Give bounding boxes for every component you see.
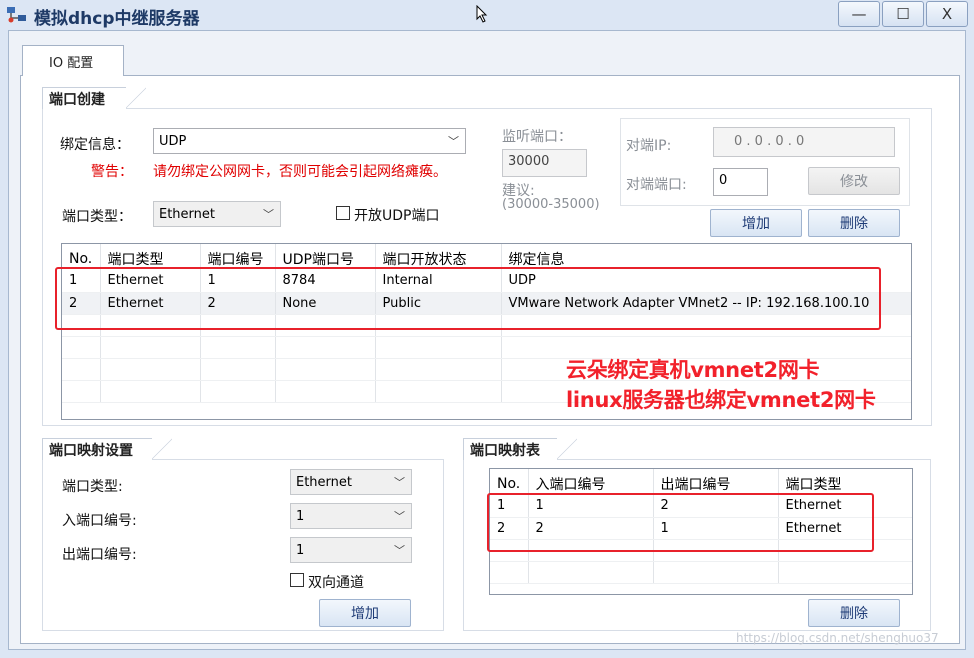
bind-info-label: 绑定信息：: [60, 137, 130, 153]
bidirectional-label: 双向通道: [308, 575, 364, 591]
chevron-down-icon: ﹀: [448, 135, 459, 148]
chevron-down-icon: ﹀: [263, 208, 274, 221]
peer-ip-input[interactable]: 0 . 0 . 0 . 0: [713, 127, 895, 157]
port-type-value: Ethernet: [159, 206, 215, 222]
empty-row: [490, 561, 912, 584]
group-tab-corner: [152, 438, 172, 460]
port-type-label: 端口类型：: [62, 209, 132, 225]
peer-port-label: 对端端口:: [626, 177, 687, 193]
tab-io-config[interactable]: IO 配置: [22, 45, 124, 76]
mouse-cursor-icon: [476, 5, 488, 23]
add-mapping-button[interactable]: 增加: [319, 599, 411, 627]
listen-port-label: 监听端口：: [502, 129, 572, 145]
title-bar: 模拟dhcp中继服务器 — ☐ X: [0, 0, 974, 30]
close-button[interactable]: X: [926, 1, 968, 27]
out-port-label: 出端口编号:: [62, 547, 137, 563]
column-header[interactable]: 入端口编号: [528, 469, 654, 495]
watermark: https://blog.csdn.net/shenghuo37: [736, 631, 939, 645]
group-tab-corner: [126, 87, 146, 109]
column-header[interactable]: 出端口编号: [653, 469, 779, 495]
add-port-button[interactable]: 增加: [710, 209, 802, 237]
in-port-select[interactable]: 1 ﹀: [290, 503, 412, 529]
open-udp-checkbox[interactable]: [336, 206, 350, 220]
chevron-down-icon: ﹀: [394, 476, 405, 489]
modify-button[interactable]: 修改: [808, 167, 900, 195]
in-port-value: 1: [296, 508, 305, 524]
table-header-row: No. 入端口编号 出端口编号 端口类型: [490, 469, 912, 495]
warning-text: 请勿绑定公网网卡，否则可能会引起网络瘫痪。: [153, 164, 447, 180]
out-port-select[interactable]: 1 ﹀: [290, 537, 412, 563]
peer-port-input[interactable]: 0: [713, 168, 768, 196]
bind-info-value: UDP: [159, 133, 187, 149]
port-map-settings-title: 端口映射设置: [42, 438, 152, 460]
open-udp-label: 开放UDP端口: [354, 208, 440, 224]
map-port-type-select[interactable]: Ethernet ﹀: [290, 469, 412, 495]
port-type-select[interactable]: Ethernet ﹀: [153, 201, 281, 227]
suggest-range: (30000-35000): [502, 197, 600, 212]
minimize-button[interactable]: —: [838, 1, 880, 27]
listen-port-input[interactable]: 30000: [502, 149, 587, 177]
column-header[interactable]: No.: [490, 469, 529, 495]
highlight-box-map-table: [487, 493, 874, 552]
highlight-box-port-table: [55, 267, 881, 330]
maximize-button[interactable]: ☐: [882, 1, 924, 27]
bidirectional-checkbox[interactable]: [290, 573, 304, 587]
warning-label: 警告：: [91, 164, 133, 180]
annotation-line-2: linux服务器也绑定vmnet2网卡: [566, 388, 876, 412]
port-map-table-title: 端口映射表: [463, 438, 557, 460]
in-port-label: 入端口编号:: [62, 513, 137, 529]
app-network-icon: [7, 7, 26, 23]
column-header[interactable]: 端口类型: [778, 469, 912, 495]
map-port-type-value: Ethernet: [296, 474, 352, 490]
group-tab-corner: [557, 438, 577, 460]
delete-port-button[interactable]: 删除: [808, 209, 900, 237]
peer-ip-label: 对端IP:: [626, 138, 672, 154]
chevron-down-icon: ﹀: [394, 510, 405, 523]
bind-info-select[interactable]: UDP ﹀: [153, 128, 466, 154]
out-port-value: 1: [296, 542, 305, 558]
window-title: 模拟dhcp中继服务器: [34, 9, 200, 29]
delete-mapping-button[interactable]: 删除: [808, 599, 900, 627]
annotation-line-1: 云朵绑定真机vmnet2网卡: [566, 358, 820, 382]
map-port-type-label: 端口类型:: [62, 479, 123, 495]
port-create-title: 端口创建: [42, 87, 126, 109]
chevron-down-icon: ﹀: [394, 544, 405, 557]
